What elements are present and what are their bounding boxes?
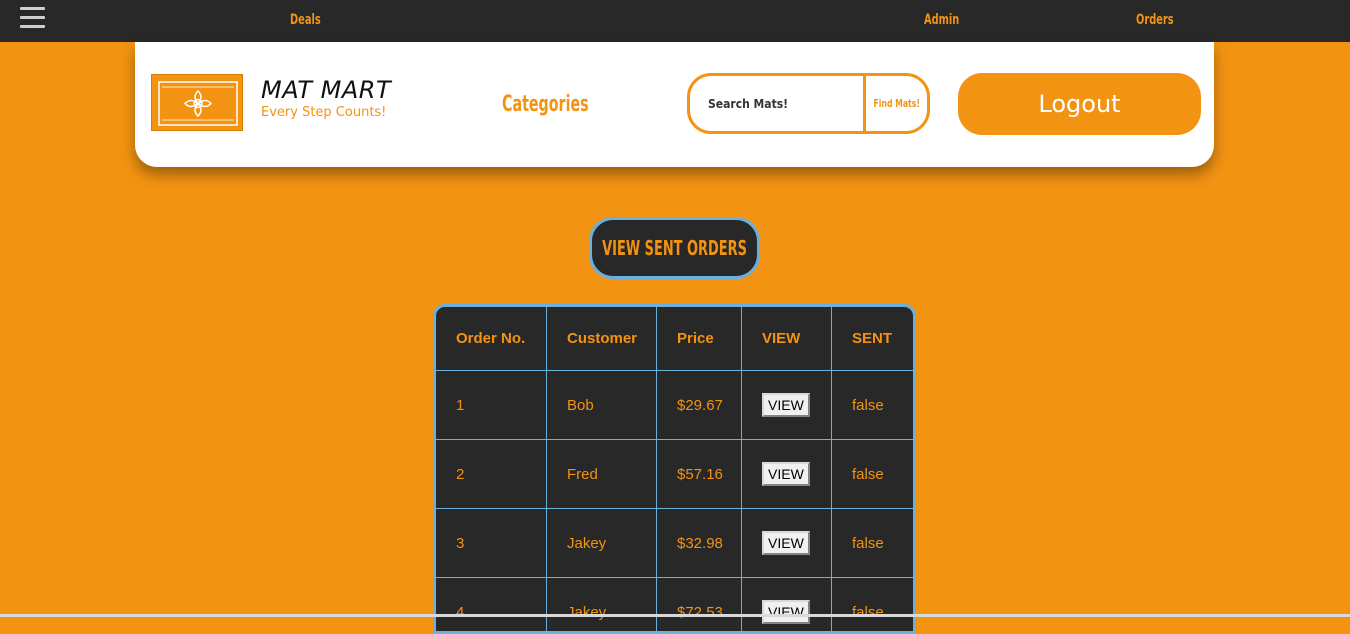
categories-link[interactable]: Categories [502,92,589,117]
table-row: 4 Jakey $72.53 VIEW false [436,578,916,634]
header-sent: SENT [832,307,917,371]
cell-sent: false [832,371,917,440]
table-row: 2 Fred $57.16 VIEW false [436,440,916,509]
cell-order-no: 3 [436,509,547,578]
cell-sent: false [832,578,917,634]
view-order-button[interactable]: VIEW [762,531,810,555]
cell-customer: Bob [547,371,657,440]
orders-table-container: Order No. Customer Price VIEW SENT 1 Bob… [433,304,916,634]
cell-order-no: 4 [436,578,547,634]
cell-view: VIEW [742,440,832,509]
cell-price: $32.98 [657,509,742,578]
find-mats-label: Find Mats! [873,97,919,110]
header-customer: Customer [547,307,657,371]
cell-customer: Jakey [547,578,657,634]
ornament-logo-icon[interactable] [151,74,243,131]
hamburger-menu-icon[interactable] [20,7,45,27]
cell-order-no: 2 [436,440,547,509]
cell-price: $57.16 [657,440,742,509]
view-order-button[interactable]: VIEW [762,600,810,624]
table-header-row: Order No. Customer Price VIEW SENT [436,307,916,371]
table-row: 1 Bob $29.67 VIEW false [436,371,916,440]
cell-customer: Jakey [547,509,657,578]
header-order-no: Order No. [436,307,547,371]
cell-customer: Fred [547,440,657,509]
orders-table: Order No. Customer Price VIEW SENT 1 Bob… [436,307,916,634]
search-bar: Find Mats! [687,73,930,134]
view-order-button[interactable]: VIEW [762,393,810,417]
view-sent-orders-button[interactable]: VIEW SENT ORDERS [589,217,760,279]
cell-sent: false [832,509,917,578]
header-card: MAT MART Every Step Counts! Categories F… [135,42,1214,167]
cell-order-no: 1 [436,371,547,440]
cell-view: VIEW [742,578,832,634]
top-navigation-bar: Deals Admin Orders [0,0,1350,42]
cell-view: VIEW [742,509,832,578]
brand-title: MAT MART [261,76,391,104]
cell-price: $29.67 [657,371,742,440]
brand-tagline: Every Step Counts! [261,105,386,120]
find-mats-button[interactable]: Find Mats! [866,76,927,131]
cell-sent: false [832,440,917,509]
search-input[interactable] [690,76,863,131]
nav-link-orders[interactable]: Orders [1136,12,1174,28]
nav-link-admin[interactable]: Admin [924,12,959,28]
logout-button[interactable]: Logout [958,73,1201,135]
cell-price: $72.53 [657,578,742,634]
header-price: Price [657,307,742,371]
table-row: 3 Jakey $32.98 VIEW false [436,509,916,578]
cell-view: VIEW [742,371,832,440]
nav-link-deals[interactable]: Deals [290,12,321,28]
view-order-button[interactable]: VIEW [762,462,810,486]
view-sent-orders-label: VIEW SENT ORDERS [602,236,747,260]
header-view: VIEW [742,307,832,371]
